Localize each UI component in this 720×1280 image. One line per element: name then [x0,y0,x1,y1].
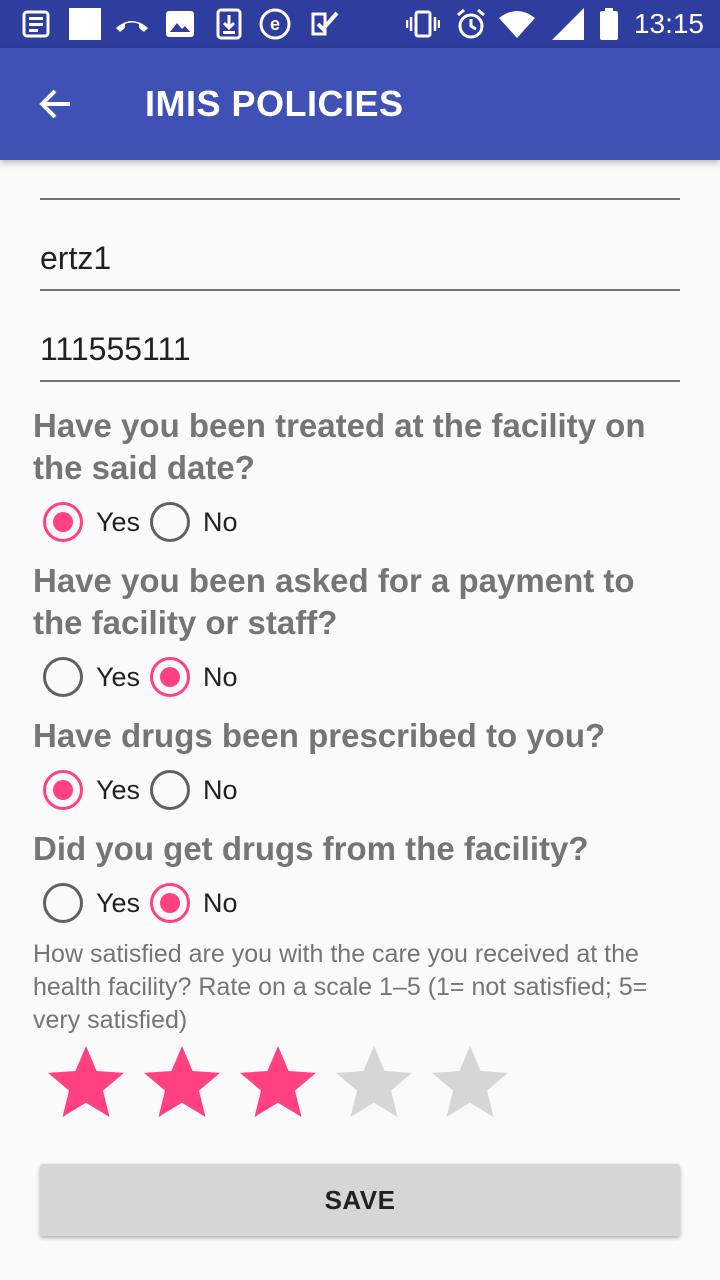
radio-yes[interactable]: Yes [43,657,140,697]
svg-text:e: e [270,14,280,34]
star-icon[interactable] [230,1044,326,1128]
square-icon [68,8,102,40]
news-icon [20,8,52,40]
radio-label: No [203,774,238,805]
check-icon [309,8,341,40]
field-value: ertz1 [40,240,112,276]
star-icon[interactable] [38,1044,134,1128]
rating-bar [38,1044,518,1128]
radio-yes[interactable]: Yes [43,883,140,923]
back-button[interactable] [24,76,88,132]
radio-label: Yes [96,887,141,918]
radio-circle [150,502,191,542]
image-icon [165,8,195,40]
missed-call-icon [113,8,151,40]
radio-no[interactable]: No [150,883,238,923]
question-prescribed: Have drugs been prescribed to you? [33,717,606,754]
radio-label: No [203,887,238,918]
radio-no[interactable]: No [150,770,238,810]
radio-group-prescribed: Yes No [43,768,248,812]
radio-circle [150,657,191,697]
text-field-1[interactable] [40,160,680,200]
radio-group-treated: Yes No [43,500,248,544]
e-icon: e [258,8,292,40]
radio-label: Yes [96,774,141,805]
question-payment: Have you been asked for a payment to the… [33,562,635,641]
star-icon[interactable] [422,1044,518,1128]
radio-circle [43,770,83,810]
rating-prompt: How satisfied are you with the care you … [33,940,648,1034]
radio-circle [43,883,83,923]
vibrate-icon [405,8,441,40]
battery-icon [599,8,619,40]
radio-label: No [203,506,238,537]
star-icon[interactable] [326,1044,422,1128]
radio-label: Yes [96,506,141,537]
radio-no[interactable]: No [150,502,238,542]
radio-circle [43,502,83,542]
radio-no[interactable]: No [150,657,238,697]
app-bar: IMIS POLICIES [0,48,720,160]
status-bar: e 13:15 [0,0,720,48]
question-got-drugs: Did you get drugs from the facility? [33,830,589,867]
save-button[interactable]: SAVE [40,1164,680,1236]
radio-yes[interactable]: Yes [43,770,140,810]
alarm-icon [454,8,488,40]
radio-label: No [203,661,238,692]
text-field-3[interactable]: 111555111 [40,320,680,382]
radio-label: Yes [96,661,141,692]
radio-group-got-drugs: Yes No [43,881,248,925]
radio-group-payment: Yes No [43,655,248,699]
question-treated: Have you been treated at the facility on… [33,407,646,486]
clock: 13:15 [633,8,704,39]
page-title: IMIS POLICIES [145,83,404,124]
radio-circle [150,883,191,923]
star-icon[interactable] [134,1044,230,1128]
wifi-icon [498,8,536,40]
radio-circle [43,657,83,697]
download-icon [214,8,244,40]
radio-circle [150,770,191,810]
field-value: 111555111 [40,331,191,367]
signal-icon [551,8,585,40]
radio-yes[interactable]: Yes [43,502,140,542]
arrow-left-icon [39,89,70,119]
text-field-2[interactable]: ertz1 [40,230,680,291]
